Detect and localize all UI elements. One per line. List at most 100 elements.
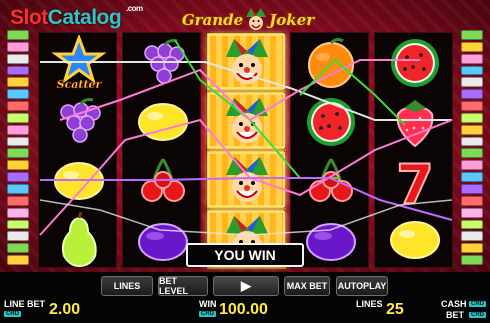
orange-icon (307, 37, 354, 88)
payline-indicator (7, 255, 29, 265)
symbol-orange (291, 33, 370, 92)
line-bet-label: LINE BET (4, 299, 46, 309)
bet-label: BET (446, 310, 464, 320)
control-panel: LINES BET LEVEL ▶ MAX BET AUTOPLAY LINE … (0, 272, 490, 323)
bet-level-button[interactable]: BET LEVEL (158, 276, 208, 296)
watermelon-icon (390, 38, 439, 87)
payline-indicator (7, 65, 29, 76)
payline-indicator (461, 195, 483, 206)
cherries-icon (308, 157, 353, 202)
payline-indicator (7, 101, 29, 111)
win-value: 100.00 (219, 301, 268, 318)
max-bet-button[interactable]: MAX BET (284, 276, 330, 296)
symbol-cherries (123, 151, 202, 210)
reel-3 (206, 32, 286, 269)
symbol-grapes (123, 33, 202, 92)
payline-indicator (461, 207, 483, 218)
symbol-joker (207, 151, 286, 210)
logo-word-joker: Joker (269, 11, 315, 29)
payline-indicator (7, 136, 29, 147)
payline-indicator (461, 53, 483, 64)
watermark-slot: Slot (10, 6, 48, 29)
payline-indicator (461, 77, 483, 88)
payline-indicator (461, 231, 483, 242)
symbol-strawberry (375, 92, 454, 151)
payline-indicators-right (461, 30, 483, 265)
game-stage: SlotCatalog .com Grande Joker Scatter 7 … (0, 0, 490, 272)
payline-indicator (461, 255, 483, 265)
lemon-icon (137, 102, 188, 141)
reel-5: 7 (374, 32, 453, 268)
symbol-watermelon (375, 33, 454, 92)
watermark-catalog: Catalog (47, 6, 122, 29)
symbol-cherries (291, 151, 370, 210)
payline-indicator (461, 89, 483, 100)
joker-icon (225, 156, 268, 202)
symbol-joker (207, 33, 286, 92)
bet-crd-badge: CRD (469, 312, 486, 318)
payline-indicator (461, 112, 483, 123)
line-bet-value: 2.00 (49, 301, 81, 318)
payline-indicator (7, 160, 29, 171)
payline-indicator (461, 41, 483, 52)
payline-indicator (461, 183, 483, 194)
payline-indicator (7, 112, 29, 123)
game-logo: Grande Joker (178, 6, 318, 34)
scatter-star-icon: Scatter (50, 35, 107, 90)
payline-indicator (7, 231, 29, 242)
reel-2 (122, 32, 201, 268)
lines-button[interactable]: LINES (101, 276, 153, 296)
symbol-pear (39, 210, 118, 269)
line-bet-crd-badge: CRD (4, 311, 21, 317)
lines-value: 25 (386, 301, 404, 318)
lemon-icon (389, 220, 440, 259)
autoplay-button[interactable]: AUTOPLAY (336, 276, 388, 296)
watermark-com: .com (126, 4, 143, 13)
payline-indicators-left (7, 30, 29, 265)
payline-indicator (7, 195, 29, 206)
play-button[interactable]: ▶ (213, 276, 279, 296)
payline-indicator (461, 124, 483, 135)
grapes-icon (143, 38, 185, 84)
payline-indicator (7, 53, 29, 64)
grapes-icon (59, 97, 101, 143)
plum-icon (305, 222, 356, 261)
reel-4 (290, 32, 369, 268)
win-crd-badge: CRD (199, 311, 216, 317)
payline-indicator (7, 77, 29, 88)
slotcatalog-watermark: SlotCatalog .com (10, 4, 143, 30)
symbol-seven: 7 (375, 151, 454, 210)
scatter-label: Scatter (56, 78, 102, 90)
logo-word-grande: Grande (181, 11, 244, 29)
joker-icon (225, 38, 268, 84)
payline-indicator (461, 101, 483, 111)
seven-icon: 7 (395, 153, 435, 209)
symbol-lemon (375, 210, 454, 269)
payline-indicator (7, 219, 29, 230)
joker-icon (225, 97, 268, 143)
payline-indicator (7, 89, 29, 100)
symbol-joker (207, 92, 286, 151)
payline-indicator (7, 172, 29, 182)
payline-indicator (461, 65, 483, 76)
payline-indicator (7, 183, 29, 194)
button-row: LINES BET LEVEL ▶ MAX BET AUTOPLAY (0, 276, 490, 296)
payline-indicator (461, 172, 483, 182)
seven-label: 7 (396, 153, 434, 209)
payline-indicator (7, 243, 29, 254)
payline-indicator (461, 160, 483, 171)
joker-logo-icon (246, 8, 267, 30)
stats-row: LINE BET CRD 2.00 WIN CRD 100.00 LINES 2… (0, 298, 490, 322)
payline-indicator (7, 41, 29, 52)
symbol-lemon (39, 151, 118, 210)
plum-icon (137, 222, 188, 261)
reel-1: Scatter (38, 32, 117, 268)
cash-crd-badge: CRD (469, 301, 486, 307)
win-banner: YOU WIN (186, 243, 304, 267)
payline-indicator (461, 30, 483, 40)
payline-indicator (7, 207, 29, 218)
lemon-icon (53, 161, 104, 200)
lines-label: LINES (356, 299, 383, 309)
payline-indicator (461, 148, 483, 159)
payline-indicator (461, 136, 483, 147)
